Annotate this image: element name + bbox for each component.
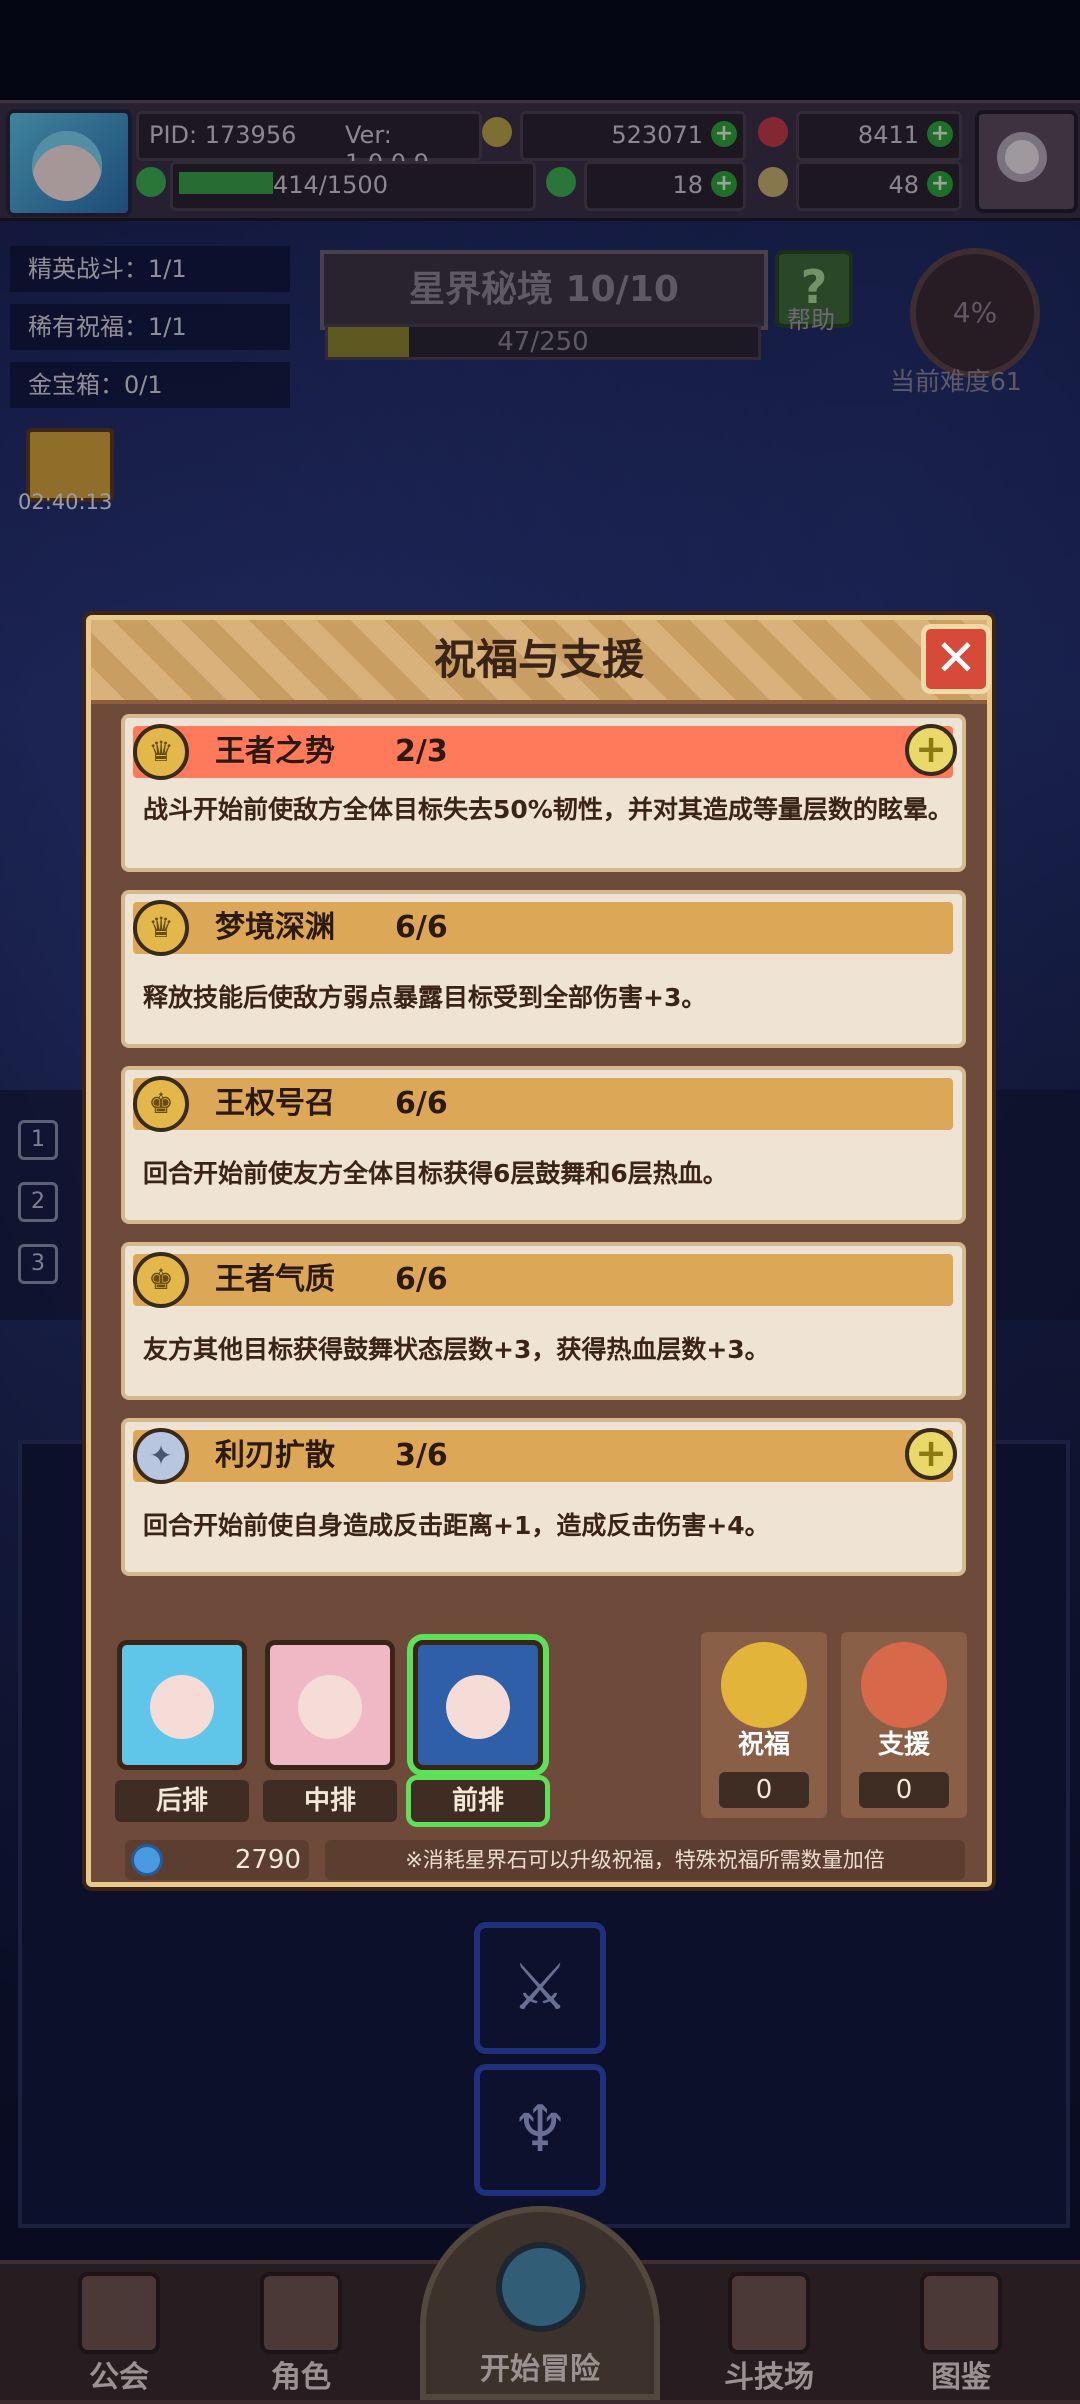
scepter-icon: ♚ xyxy=(133,1252,189,1308)
card-name: 王者之势 xyxy=(215,734,335,769)
lineup-slot-back[interactable] xyxy=(117,1640,247,1770)
blessing-resource-label: 祝福 xyxy=(737,1730,790,1760)
blade-icon: ✦ xyxy=(133,1428,189,1484)
upgrade-plus-icon[interactable]: + xyxy=(905,1428,957,1480)
blessing-card[interactable]: ♚ 王权号召 6/6 回合开始前使友方全体目标获得6层鼓舞和6层热血。 xyxy=(121,1066,966,1224)
blessing-card[interactable]: ♚ 王者气质 6/6 友方其他目标获得鼓舞状态层数+3，获得热血层数+3。 xyxy=(121,1242,966,1400)
blessing-card[interactable]: ✦ 利刃扩散 3/6 + 回合开始前使自身造成反击距离+1，造成反击伤害+4。 xyxy=(121,1418,966,1576)
card-level: 3/6 xyxy=(395,1438,448,1473)
card-name: 梦境深渊 xyxy=(215,910,335,945)
support-resource-label: 支援 xyxy=(877,1730,930,1760)
upgrade-tip: ※消耗星界石可以升级祝福，特殊祝福所需数量加倍 xyxy=(325,1840,965,1880)
dialog-header: 祝福与支援 xyxy=(91,620,987,704)
blessing-card[interactable]: ♛ 王者之势 2/3 + 战斗开始前使敌方全体目标失去50%韧性，并对其造成等量… xyxy=(121,714,966,872)
star-stone-icon xyxy=(131,1844,163,1876)
close-button[interactable]: ✕ xyxy=(921,624,991,694)
lineup-label-front[interactable]: 前排 xyxy=(411,1780,545,1822)
support-hero-icon xyxy=(861,1642,947,1728)
lineup-panel: 后排 中排 前排 祝福 0 支援 0 2790 ※消耗星界石可以升级祝福，特殊祝… xyxy=(111,1632,967,1880)
lineup-slot-front[interactable] xyxy=(413,1640,543,1770)
card-description: 释放技能后使敌方弱点暴露目标受到全部伤害+3。 xyxy=(143,983,707,1012)
card-level: 6/6 xyxy=(395,910,448,945)
blessing-resource-count: 0 xyxy=(719,1772,809,1808)
card-header: ♛ 王者之势 2/3 + xyxy=(133,724,957,780)
card-name: 王者气质 xyxy=(215,1262,335,1297)
lineup-slot-middle[interactable] xyxy=(265,1640,395,1770)
blessing-medal-icon xyxy=(721,1642,807,1728)
card-header: ♚ 王者气质 6/6 xyxy=(133,1252,953,1308)
hero-portrait xyxy=(150,1675,214,1739)
card-name: 利刃扩散 xyxy=(215,1438,335,1473)
hero-portrait xyxy=(446,1675,510,1739)
card-header: ✦ 利刃扩散 3/6 + xyxy=(133,1428,957,1484)
card-description: 友方其他目标获得鼓舞状态层数+3，获得热血层数+3。 xyxy=(143,1335,770,1364)
crown-icon: ♛ xyxy=(133,900,189,956)
star-stone-value: 2790 xyxy=(234,1845,301,1875)
star-stone-balance: 2790 xyxy=(125,1840,309,1880)
blessing-support-dialog: 祝福与支援 ✕ ♛ 王者之势 2/3 + 战斗开始前使敌方全体目标失去50%韧性… xyxy=(86,615,992,1887)
scepter-icon: ♚ xyxy=(133,1076,189,1132)
support-resource-count: 0 xyxy=(859,1772,949,1808)
card-description: 回合开始前使友方全体目标获得6层鼓舞和6层热血。 xyxy=(143,1159,728,1188)
card-level: 6/6 xyxy=(395,1086,448,1121)
card-header: ♛ 梦境深渊 6/6 xyxy=(133,900,953,956)
lineup-label-middle[interactable]: 中排 xyxy=(263,1780,397,1822)
card-header: ♚ 王权号召 6/6 xyxy=(133,1076,953,1132)
card-name: 王权号召 xyxy=(215,1086,335,1121)
crown-icon: ♛ xyxy=(133,724,189,780)
support-resource[interactable]: 支援 0 xyxy=(841,1632,967,1818)
card-description: 回合开始前使自身造成反击距离+1，造成反击伤害+4。 xyxy=(143,1511,770,1540)
close-icon: ✕ xyxy=(935,629,977,687)
dialog-title: 祝福与支援 xyxy=(433,635,644,684)
upgrade-plus-icon[interactable]: + xyxy=(905,724,957,776)
blessing-card[interactable]: ♛ 梦境深渊 6/6 释放技能后使敌方弱点暴露目标受到全部伤害+3。 xyxy=(121,890,966,1048)
card-level: 6/6 xyxy=(395,1262,448,1297)
card-level: 2/3 xyxy=(395,734,448,769)
card-description: 战斗开始前使敌方全体目标失去50%韧性，并对其造成等量层数的眩晕。 xyxy=(143,795,953,824)
lineup-label-back[interactable]: 后排 xyxy=(115,1780,249,1822)
blessing-resource[interactable]: 祝福 0 xyxy=(701,1632,827,1818)
hero-portrait xyxy=(298,1675,362,1739)
